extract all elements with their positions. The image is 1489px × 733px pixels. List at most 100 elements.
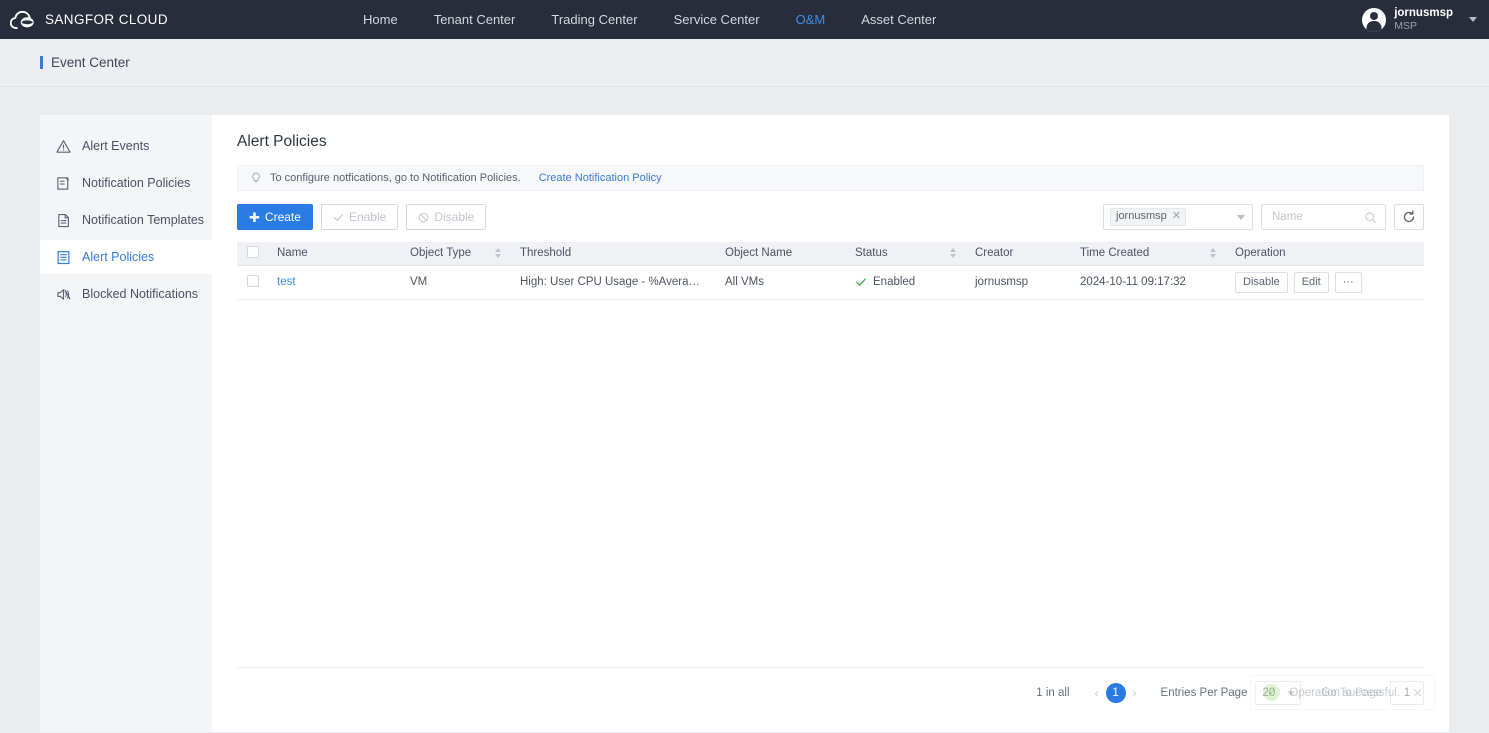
- user-role: MSP: [1394, 20, 1417, 33]
- nav-item-trading-center[interactable]: Trading Center: [533, 0, 655, 39]
- check-icon: [856, 278, 866, 286]
- refresh-icon: [1403, 210, 1415, 223]
- column-operation: Operation: [1225, 242, 1424, 266]
- page-shell: Alert Events Notification Policies Notif…: [0, 87, 1489, 732]
- cell-operation: Disable Edit ···: [1225, 265, 1424, 300]
- nav-item-om[interactable]: O&M: [778, 0, 844, 39]
- toast-message: Operation successful.: [1289, 686, 1400, 699]
- page-title: Alert Policies: [237, 133, 327, 150]
- user-name: jornusmsp: [1394, 6, 1453, 19]
- refresh-button[interactable]: [1394, 204, 1424, 230]
- nav-item-tenant-center[interactable]: Tenant Center: [416, 0, 534, 39]
- close-icon[interactable]: ✕: [1172, 210, 1181, 224]
- cell-name: test: [267, 265, 400, 300]
- user-info: jornusmsp MSP: [1394, 7, 1453, 32]
- cell-status: Enabled: [845, 265, 965, 300]
- row-disable-button[interactable]: Disable: [1235, 271, 1288, 293]
- row-checkbox[interactable]: [247, 274, 259, 287]
- search-box[interactable]: [1261, 204, 1386, 230]
- breadcrumb-label: Event Center: [51, 55, 130, 70]
- select-all-checkbox[interactable]: [247, 245, 259, 258]
- status-label: Enabled: [873, 276, 916, 288]
- sidebar-item-label: Alert Events: [82, 139, 150, 153]
- chevron-right-icon[interactable]: ›: [1126, 686, 1144, 700]
- breadcrumb: Event Center: [0, 39, 1489, 87]
- ban-icon: [418, 212, 429, 222]
- column-name[interactable]: Name: [267, 242, 400, 266]
- search-input[interactable]: [1270, 210, 1364, 224]
- brand-name: SANGFOR CLOUD: [45, 12, 168, 27]
- primary-nav: Home Tenant Center Trading Center Servic…: [345, 0, 954, 39]
- chevron-down-icon[interactable]: [1237, 214, 1245, 220]
- table-row: test VM High: User CPU Usage - %Average>…: [237, 265, 1424, 300]
- cell-time-created: 2024-10-11 09:17:32: [1070, 265, 1225, 300]
- disable-button-label: Disable: [434, 210, 475, 224]
- sidebar: Alert Events Notification Policies Notif…: [40, 115, 212, 732]
- creator-filter-select[interactable]: jornusmsp ✕: [1103, 204, 1253, 230]
- breadcrumb-accent-bar: [40, 56, 43, 69]
- cloud-logo-icon: [10, 10, 34, 29]
- creator-filter-tag: jornusmsp ✕: [1110, 207, 1186, 227]
- column-creator[interactable]: Creator: [965, 242, 1070, 266]
- create-button[interactable]: ✚ Create: [237, 204, 313, 230]
- threshold-text: High: User CPU Usage - %Average>90 fo...: [520, 276, 705, 288]
- nav-item-home[interactable]: Home: [345, 0, 416, 39]
- user-menu[interactable]: jornusmsp MSP: [1362, 0, 1477, 39]
- alert-policies-table: Name Object Type Threshold Object Name S…: [237, 242, 1424, 300]
- table-header-row: Name Object Type Threshold Object Name S…: [237, 242, 1424, 266]
- sort-toggle-icon[interactable]: [1210, 248, 1216, 259]
- column-label: Object Type: [410, 247, 472, 260]
- enable-button[interactable]: Enable: [320, 204, 399, 230]
- sidebar-item-label: Notification Policies: [82, 176, 191, 190]
- cell-object-type: VM: [400, 265, 510, 300]
- filter-tools: jornusmsp ✕: [1103, 204, 1424, 230]
- warning-triangle-icon: [56, 139, 71, 153]
- enable-button-label: Enable: [348, 210, 387, 224]
- column-label: Name: [277, 247, 308, 260]
- creator-filter-tag-label: jornusmsp: [1116, 209, 1167, 222]
- speaker-muted-icon: [57, 288, 71, 300]
- notification-tip-bar: To configure notfications, go to Notific…: [237, 165, 1424, 191]
- chevron-left-icon[interactable]: ‹: [1088, 686, 1106, 700]
- column-threshold[interactable]: Threshold: [510, 242, 715, 266]
- page-number-1[interactable]: 1: [1105, 683, 1126, 703]
- search-icon[interactable]: [1364, 211, 1377, 224]
- policy-name-link[interactable]: test: [277, 276, 296, 288]
- column-status[interactable]: Status: [845, 242, 965, 266]
- sidebar-item-label: Blocked Notifications: [82, 287, 199, 301]
- close-icon[interactable]: ✕: [1412, 686, 1423, 699]
- table-toolbar: ✚ Create Enable Disable jornusmsp ✕ Name: [237, 204, 1424, 230]
- cell-creator: jornusmsp: [965, 265, 1070, 300]
- brand[interactable]: SANGFOR CLOUD: [0, 10, 168, 30]
- column-time-created[interactable]: Time Created: [1070, 242, 1225, 266]
- main-content-card: Alert Policies To configure notfications…: [212, 115, 1449, 732]
- row-more-button[interactable]: ···: [1334, 271, 1362, 293]
- sidebar-item-notification-templates[interactable]: Notification Templates: [40, 203, 212, 237]
- column-object-name[interactable]: Object Name: [715, 242, 845, 266]
- success-check-icon: ✓: [1263, 684, 1281, 701]
- column-object-type[interactable]: Object Type: [400, 242, 510, 266]
- nav-item-service-center[interactable]: Service Center: [656, 0, 778, 39]
- sort-toggle-icon[interactable]: [495, 248, 501, 259]
- tip-text: To configure notfications, go to Notific…: [270, 172, 521, 184]
- row-select-cell: [237, 265, 267, 300]
- document-list-icon: [57, 250, 70, 264]
- top-navigation-bar: SANGFOR CLOUD Home Tenant Center Trading…: [0, 0, 1489, 39]
- sidebar-item-notification-policies[interactable]: Notification Policies: [40, 166, 212, 200]
- chevron-down-icon[interactable]: [1469, 17, 1477, 22]
- sidebar-item-label: Alert Policies: [82, 250, 155, 264]
- column-label: Object Name: [725, 247, 793, 260]
- plus-icon: ✚: [249, 209, 260, 225]
- sidebar-item-alert-events[interactable]: Alert Events: [40, 129, 212, 163]
- column-label: Threshold: [520, 247, 572, 260]
- column-label: Operation: [1235, 247, 1286, 260]
- disable-button[interactable]: Disable: [406, 204, 487, 230]
- row-edit-button[interactable]: Edit: [1293, 271, 1329, 293]
- sidebar-item-alert-policies[interactable]: Alert Policies: [40, 240, 212, 274]
- sidebar-item-blocked-notifications[interactable]: Blocked Notifications: [40, 277, 212, 311]
- nav-item-asset-center[interactable]: Asset Center: [843, 0, 954, 39]
- sort-toggle-icon[interactable]: [950, 248, 956, 259]
- create-notification-policy-link[interactable]: Create Notification Policy: [539, 172, 662, 184]
- status-badge: Enabled: [855, 276, 955, 288]
- total-count-label: 1 in all: [1036, 687, 1070, 699]
